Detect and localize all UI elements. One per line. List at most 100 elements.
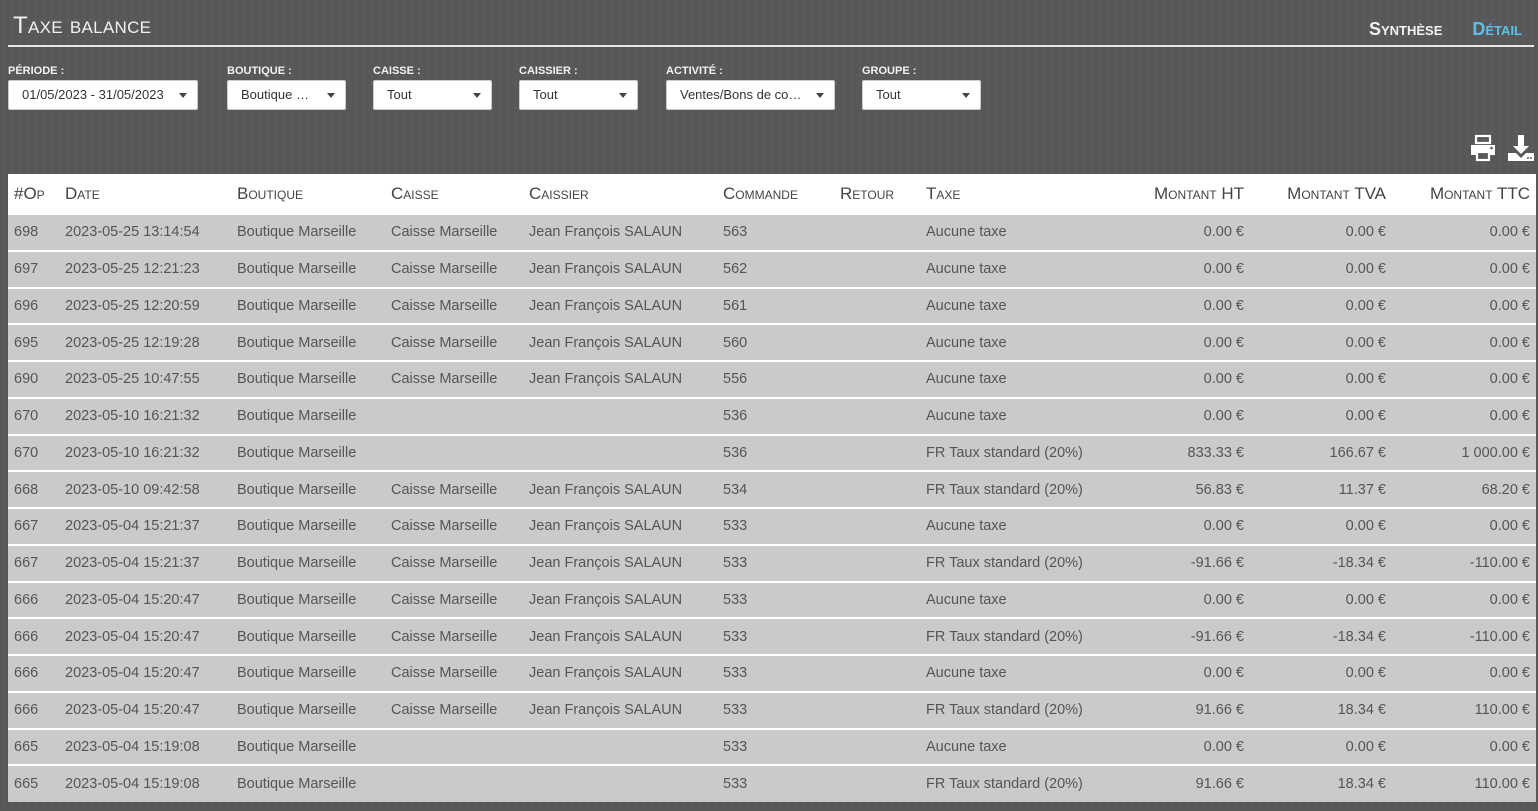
caissier-value: Tout [533, 87, 558, 102]
table-cell: 0.00 € [1392, 249, 1536, 288]
toolbar [1468, 133, 1536, 163]
table-cell: FR Taux standard (20%) [920, 433, 1098, 472]
boutique-select[interactable]: Boutique Marseille [227, 80, 346, 110]
table-cell: FR Taux standard (20%) [920, 690, 1098, 729]
table-row[interactable]: 690 2023-05-25 10:47:55 Boutique Marseille… [8, 360, 1536, 398]
table-cell: Aucune taxe [920, 507, 1098, 545]
table-row[interactable]: 665 2023-05-04 15:19:08 Boutique Marseille… [8, 727, 1536, 766]
table-cell: 833.33 € [1098, 433, 1250, 472]
table-row[interactable]: 666 2023-05-04 15:20:47 Boutique Marseille… [8, 690, 1536, 729]
column-header[interactable]: Boutique [231, 174, 385, 214]
caissier-select[interactable]: Tout [519, 80, 638, 110]
table-cell [385, 727, 523, 766]
column-header[interactable]: Commande [717, 174, 834, 214]
table-cell: Boutique Marseille [231, 727, 385, 766]
table-cell: 0.00 € [1098, 654, 1250, 692]
table-cell: Caisse Marseille [385, 507, 523, 545]
table-cell: 670 [8, 396, 59, 435]
table-cell [834, 360, 920, 398]
table-cell: Caisse Marseille [385, 360, 523, 398]
table-cell: 2023-05-04 15:20:47 [59, 580, 231, 619]
table-cell: 2023-05-04 15:19:08 [59, 727, 231, 766]
table-row[interactable]: 666 2023-05-04 15:20:47 Boutique Marseille… [8, 654, 1536, 692]
table-row[interactable]: 698 2023-05-25 13:14:54 Boutique Marseille… [8, 213, 1536, 251]
filter-caissier-label: Caissier : [519, 65, 578, 77]
periode-select[interactable]: 01/05/2023 - 31/05/2023 [8, 80, 198, 110]
table-cell: 0.00 € [1250, 727, 1392, 766]
chevron-down-icon [327, 93, 335, 98]
table-cell: 562 [717, 249, 834, 288]
table-cell: Aucune taxe [920, 323, 1098, 361]
table-cell: 2023-05-04 15:21:37 [59, 543, 231, 582]
table-row[interactable]: 666 2023-05-04 15:20:47 Boutique Marseille… [8, 617, 1536, 655]
table-cell: Caisse Marseille [385, 470, 523, 508]
table-cell [834, 433, 920, 472]
column-header[interactable]: Taxe [920, 174, 1098, 214]
table-cell: 68.20 € [1392, 470, 1536, 508]
table-cell [834, 249, 920, 288]
table-row[interactable]: 696 2023-05-25 12:20:59 Boutique Marseille… [8, 286, 1536, 325]
table-cell: 0.00 € [1250, 213, 1392, 251]
table-cell: 561 [717, 286, 834, 325]
print-icon[interactable] [1468, 133, 1498, 163]
table-cell: Jean François SALAUN [523, 690, 717, 729]
table-cell [834, 396, 920, 435]
table-cell: Jean François SALAUN [523, 617, 717, 655]
table-row[interactable]: 670 2023-05-10 16:21:32 Boutique Marseille… [8, 433, 1536, 472]
table-row[interactable]: 667 2023-05-04 15:21:37 Boutique Marseille… [8, 507, 1536, 545]
table-cell: 667 [8, 543, 59, 582]
activite-select[interactable]: Ventes/Bons de commande [666, 80, 835, 110]
table-row[interactable]: 665 2023-05-04 15:19:08 Boutique Marseille… [8, 764, 1536, 802]
table-cell: 0.00 € [1392, 580, 1536, 619]
nav-detail[interactable]: Détail [1472, 19, 1522, 40]
column-header[interactable]: Montant TVA [1250, 174, 1392, 214]
table-cell: Boutique Marseille [231, 433, 385, 472]
table-cell [834, 690, 920, 729]
caisse-select[interactable]: Tout [373, 80, 492, 110]
table-cell: Boutique Marseille [231, 323, 385, 361]
table-row[interactable]: 668 2023-05-10 09:42:58 Boutique Marseille… [8, 470, 1536, 508]
table-cell: Caisse Marseille [385, 543, 523, 582]
table-cell [834, 727, 920, 766]
filter-periode: Période : 01/05/2023 - 31/05/2023 [8, 65, 198, 110]
column-header[interactable]: Caisse [385, 174, 523, 214]
nav-synthese[interactable]: Synthèse [1369, 19, 1442, 40]
column-header[interactable]: Retour [834, 174, 920, 214]
table-row[interactable]: 695 2023-05-25 12:19:28 Boutique Marseille… [8, 323, 1536, 361]
table-cell: 563 [717, 213, 834, 251]
column-header[interactable]: Caissier [523, 174, 717, 214]
table-row[interactable]: 666 2023-05-04 15:20:47 Boutique Marseille… [8, 580, 1536, 619]
table-cell: 533 [717, 617, 834, 655]
table-cell: 0.00 € [1098, 249, 1250, 288]
table-cell: 166.67 € [1250, 433, 1392, 472]
table-cell: Jean François SALAUN [523, 249, 717, 288]
groupe-value: Tout [876, 87, 901, 102]
column-header[interactable]: #Op [8, 174, 59, 214]
table-cell: -91.66 € [1098, 543, 1250, 582]
table-cell: 2023-05-25 12:19:28 [59, 323, 231, 361]
table-cell: Caisse Marseille [385, 323, 523, 361]
table-cell: FR Taux standard (20%) [920, 470, 1098, 508]
table-row[interactable]: 670 2023-05-10 16:21:32 Boutique Marseille… [8, 396, 1536, 435]
table-cell: 2023-05-25 13:14:54 [59, 213, 231, 251]
table-cell: 533 [717, 580, 834, 619]
groupe-select[interactable]: Tout [862, 80, 981, 110]
table-cell: Caisse Marseille [385, 580, 523, 619]
table-cell: 2023-05-25 10:47:55 [59, 360, 231, 398]
table-header-row: #Op Date Boutique Caisse Caissier Comman… [8, 174, 1536, 214]
detail-table: #Op Date Boutique Caisse Caissier Comman… [8, 174, 1536, 802]
table-cell: 0.00 € [1392, 323, 1536, 361]
table-cell: 18.34 € [1250, 764, 1392, 802]
download-icon[interactable] [1506, 133, 1536, 163]
column-header[interactable]: Montant HT [1098, 174, 1250, 214]
table-row[interactable]: 697 2023-05-25 12:21:23 Boutique Marseille… [8, 249, 1536, 288]
table-cell: 0.00 € [1098, 507, 1250, 545]
table-cell [523, 727, 717, 766]
table-cell: 2023-05-04 15:20:47 [59, 690, 231, 729]
table-row[interactable]: 667 2023-05-04 15:21:37 Boutique Marseille… [8, 543, 1536, 582]
table-cell: FR Taux standard (20%) [920, 543, 1098, 582]
column-header[interactable]: Montant TTC [1392, 174, 1536, 214]
table-cell: Boutique Marseille [231, 213, 385, 251]
column-header[interactable]: Date [59, 174, 231, 214]
table-cell: 0.00 € [1392, 360, 1536, 398]
